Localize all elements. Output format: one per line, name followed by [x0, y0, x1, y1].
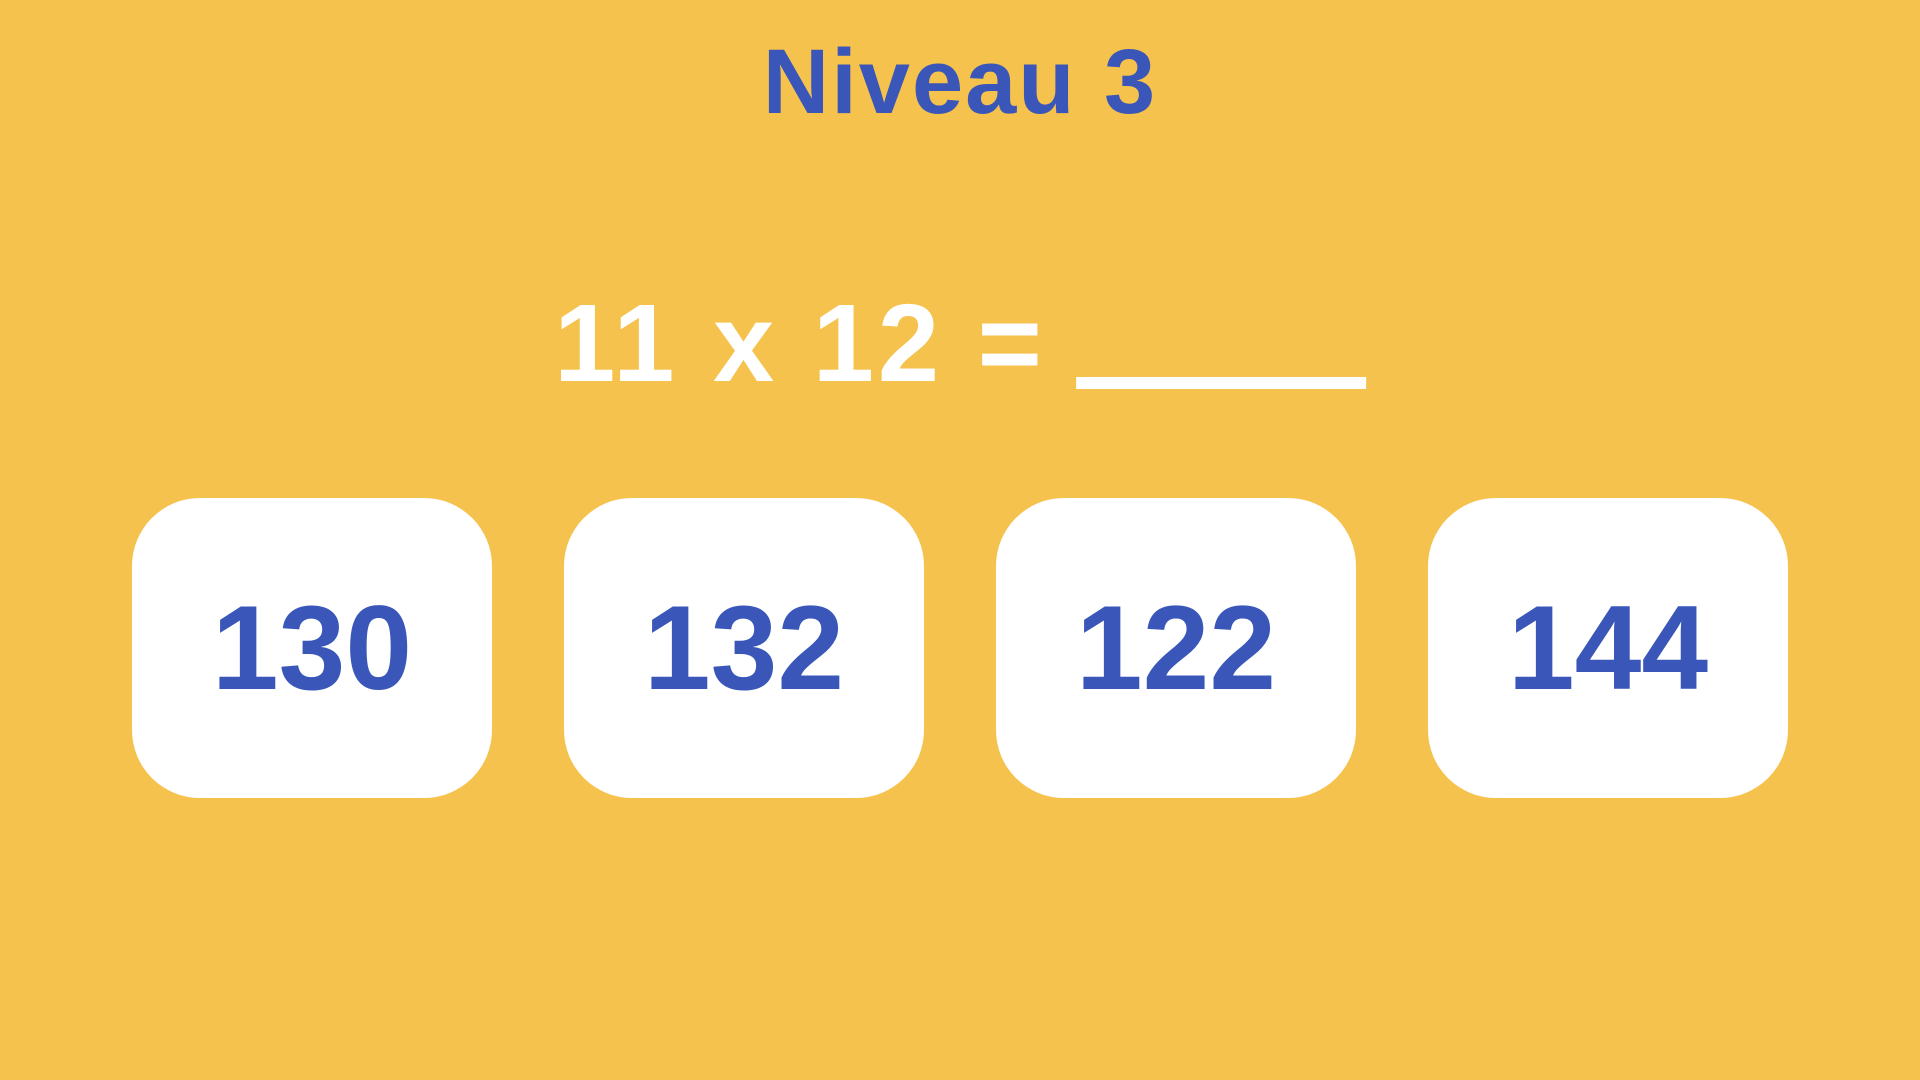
- answer-blank: [1076, 377, 1366, 389]
- level-title: Niveau 3: [763, 30, 1157, 135]
- option-button-2[interactable]: 132: [564, 498, 924, 798]
- question-expression: 11 x 12 =: [554, 280, 1046, 407]
- option-button-1[interactable]: 130: [132, 498, 492, 798]
- options-container: 130 132 122 144: [132, 498, 1788, 798]
- option-button-3[interactable]: 122: [996, 498, 1356, 798]
- option-button-4[interactable]: 144: [1428, 498, 1788, 798]
- question-container: 11 x 12 =: [554, 280, 1366, 407]
